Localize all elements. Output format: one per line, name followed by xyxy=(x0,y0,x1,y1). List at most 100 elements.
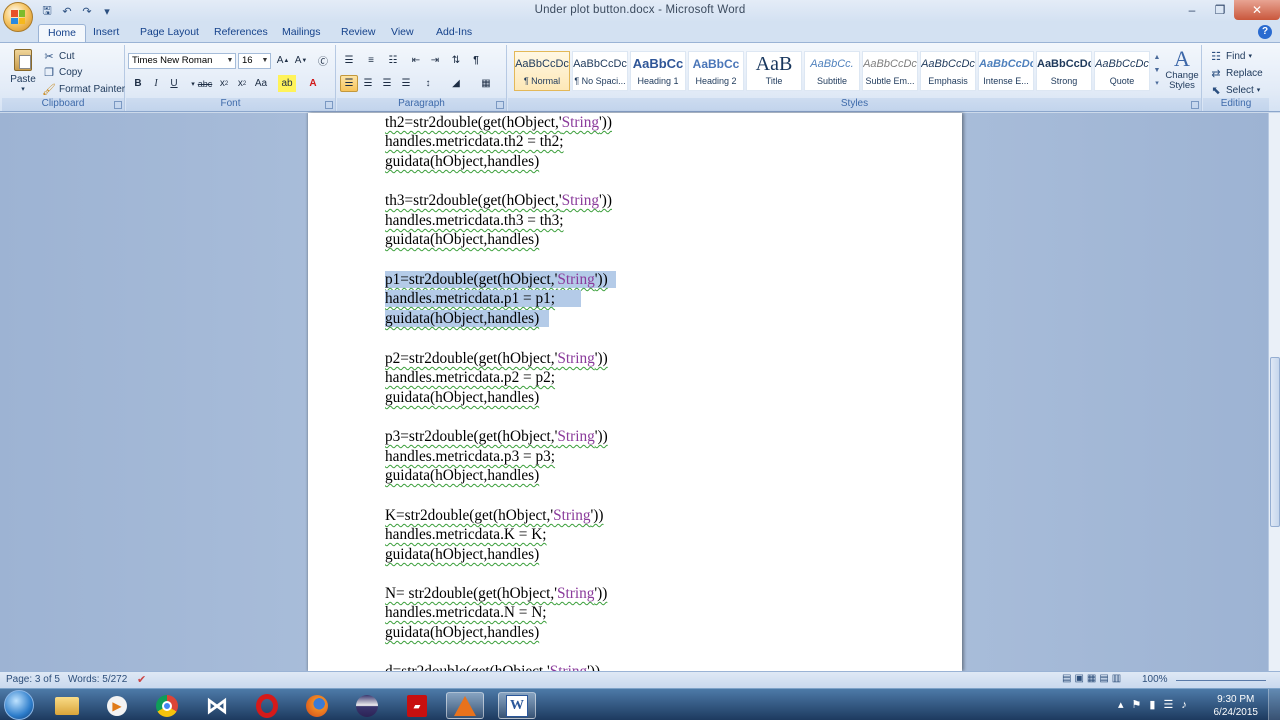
volume-icon[interactable]: ♪ xyxy=(1181,699,1195,711)
select-button[interactable]: ⬉ Select ▾ xyxy=(1209,82,1260,98)
cut-button[interactable]: ✂ Cut xyxy=(42,48,74,64)
battery-icon[interactable]: ▮ xyxy=(1149,699,1163,711)
subscript-icon[interactable]: x2 xyxy=(215,75,233,92)
change-styles-button[interactable]: A Change Styles xyxy=(1164,47,1200,97)
view-buttons[interactable]: ▤▣▦▤▥ xyxy=(1062,673,1124,684)
tab-page-layout[interactable]: Page Layout xyxy=(131,24,208,43)
font-size-select[interactable]: 16 ▼ xyxy=(238,53,271,69)
shrink-font-icon[interactable]: A ▼ xyxy=(292,52,310,69)
align-left-icon[interactable]: ☰ xyxy=(340,75,358,92)
document-line[interactable]: handles.metricdata.K = K; xyxy=(385,525,547,545)
flag-icon[interactable]: ⚑ xyxy=(1132,699,1150,711)
page-count[interactable]: Page: 3 of 5 xyxy=(6,674,60,685)
paragraph-launcher-icon[interactable] xyxy=(496,101,504,109)
font-launcher-icon[interactable] xyxy=(325,101,333,109)
document-line[interactable]: guidata(hObject,handles) xyxy=(385,545,539,565)
tab-mailings[interactable]: Mailings xyxy=(273,24,330,43)
shading-icon[interactable]: ◢ xyxy=(447,75,465,92)
document-line[interactable]: guidata(hObject,handles) xyxy=(385,388,539,408)
font-family-select[interactable]: Times New Roman ▼ xyxy=(128,53,236,69)
style-subtle-emphasis[interactable]: AaBbCcDc Subtle Em... xyxy=(862,51,918,91)
multilevel-list-icon[interactable]: ☷ xyxy=(384,52,402,69)
justify-icon[interactable]: ☰ xyxy=(397,75,415,92)
vertical-scrollbar[interactable] xyxy=(1268,113,1280,671)
zoom-slider[interactable] xyxy=(1176,680,1266,681)
word-count[interactable]: Words: 5/272 xyxy=(68,674,127,685)
highlight-icon[interactable]: ab xyxy=(278,75,296,92)
styles-gallery-scroll[interactable]: ▲ ▼ ▾ xyxy=(1152,51,1162,91)
document-line[interactable]: d=str2double(get(hObject,'String')) xyxy=(385,662,600,671)
firefox-icon[interactable] xyxy=(298,692,336,719)
styles-launcher-icon[interactable] xyxy=(1191,101,1199,109)
document-line[interactable]: th2=str2double(get(hObject,'String')) xyxy=(385,113,612,133)
close-button[interactable]: ✕ xyxy=(1234,0,1280,20)
network-icon[interactable]: ☰ xyxy=(1163,699,1181,711)
proofing-icon[interactable]: ✔ xyxy=(137,673,146,686)
align-right-icon[interactable]: ☰ xyxy=(378,75,396,92)
sort-icon[interactable]: ⇅ xyxy=(447,52,465,69)
minimize-button[interactable]: – xyxy=(1178,0,1206,20)
word-icon[interactable]: W xyxy=(498,692,536,719)
tab-review[interactable]: Review xyxy=(332,24,384,43)
style-no-spacing[interactable]: AaBbCcDc ¶ No Spaci... xyxy=(572,51,628,91)
bold-icon[interactable]: B xyxy=(129,75,147,92)
pdf-reader-icon[interactable]: ▰ xyxy=(398,692,436,719)
find-button[interactable]: ☷ Find ▾ xyxy=(1209,48,1252,64)
underline-icon[interactable]: U xyxy=(165,75,183,92)
clock[interactable]: 9:30 PM 6/24/2015 xyxy=(1214,693,1259,719)
save-icon[interactable]: 🖫 xyxy=(38,3,56,19)
font-color-icon[interactable]: A xyxy=(304,75,322,92)
document-line[interactable]: handles.metricdata.p1 = p1; xyxy=(385,289,582,309)
style-emphasis[interactable]: AaBbCcDc Emphasis xyxy=(920,51,976,91)
tray-expand-icon[interactable]: ▴ xyxy=(1118,699,1132,711)
document-line[interactable]: guidata(hObject,handles) xyxy=(385,466,539,486)
document-line[interactable]: K=str2double(get(hObject,'String')) xyxy=(385,506,604,526)
redo-icon[interactable]: ↷ xyxy=(78,3,96,19)
style-heading-1[interactable]: AaBbCc Heading 1 xyxy=(630,51,686,91)
chrome-icon[interactable] xyxy=(148,692,186,719)
opera-icon[interactable] xyxy=(248,692,286,719)
eclipse-icon[interactable] xyxy=(348,692,386,719)
maximize-button[interactable]: ❐ xyxy=(1206,0,1234,20)
tab-home[interactable]: Home xyxy=(38,24,87,43)
document-line[interactable]: handles.metricdata.th3 = th3; xyxy=(385,211,564,231)
document-line[interactable]: N= str2double(get(hObject,'String')) xyxy=(385,584,607,604)
copy-button[interactable]: ❐ Copy xyxy=(42,64,82,80)
zoom-level[interactable]: 100% xyxy=(1142,674,1168,685)
document-line[interactable]: guidata(hObject,handles) xyxy=(385,623,539,643)
undo-icon[interactable]: ↶ xyxy=(58,3,76,19)
explorer-icon[interactable] xyxy=(48,692,86,719)
scrollbar-thumb[interactable] xyxy=(1270,357,1280,527)
numbering-icon[interactable]: ≡ xyxy=(362,52,380,69)
document-line[interactable]: handles.metricdata.p2 = p2; xyxy=(385,368,555,388)
show-desktop-button[interactable] xyxy=(1268,689,1280,720)
format-painter-button[interactable]: 🖌 Format Painter xyxy=(42,81,125,97)
tab-references[interactable]: References xyxy=(205,24,277,43)
tab-view[interactable]: View xyxy=(382,24,423,43)
change-case-icon[interactable]: Aa xyxy=(252,75,270,92)
help-icon[interactable]: ? xyxy=(1258,25,1272,39)
italic-icon[interactable]: I xyxy=(147,75,165,92)
replace-button[interactable]: ⇄ Replace xyxy=(1209,65,1262,81)
style-subtitle[interactable]: AaBbCc. Subtitle xyxy=(804,51,860,91)
document-line[interactable]: handles.metricdata.p3 = p3; xyxy=(385,447,555,467)
strikethrough-icon[interactable]: abc xyxy=(196,75,214,92)
document-line[interactable]: p3=str2double(get(hObject,'String')) xyxy=(385,427,608,447)
line-spacing-icon[interactable]: ↕ xyxy=(419,75,437,92)
style-title[interactable]: AaB Title xyxy=(746,51,802,91)
document-line[interactable]: guidata(hObject,handles) xyxy=(385,309,550,329)
document-line[interactable]: handles.metricdata.th2 = th2; xyxy=(385,132,564,152)
show-marks-icon[interactable]: ¶ xyxy=(467,52,485,69)
office-button[interactable] xyxy=(3,2,33,32)
document-line[interactable]: guidata(hObject,handles) xyxy=(385,152,539,172)
media-player-icon[interactable]: ▶ xyxy=(98,692,136,719)
document-line[interactable]: p1=str2double(get(hObject,'String')) xyxy=(385,270,616,290)
tab-insert[interactable]: Insert xyxy=(84,24,128,43)
clipboard-launcher-icon[interactable] xyxy=(114,101,122,109)
style-heading-2[interactable]: AaBbCc Heading 2 xyxy=(688,51,744,91)
visual-studio-icon[interactable]: ⋈ xyxy=(198,692,236,719)
increase-indent-icon[interactable]: ⇥ xyxy=(426,52,444,69)
document-line[interactable]: p2=str2double(get(hObject,'String')) xyxy=(385,349,608,369)
style-strong[interactable]: AaBbCcDc Strong xyxy=(1036,51,1092,91)
tab-add-ins[interactable]: Add-Ins xyxy=(427,24,481,43)
